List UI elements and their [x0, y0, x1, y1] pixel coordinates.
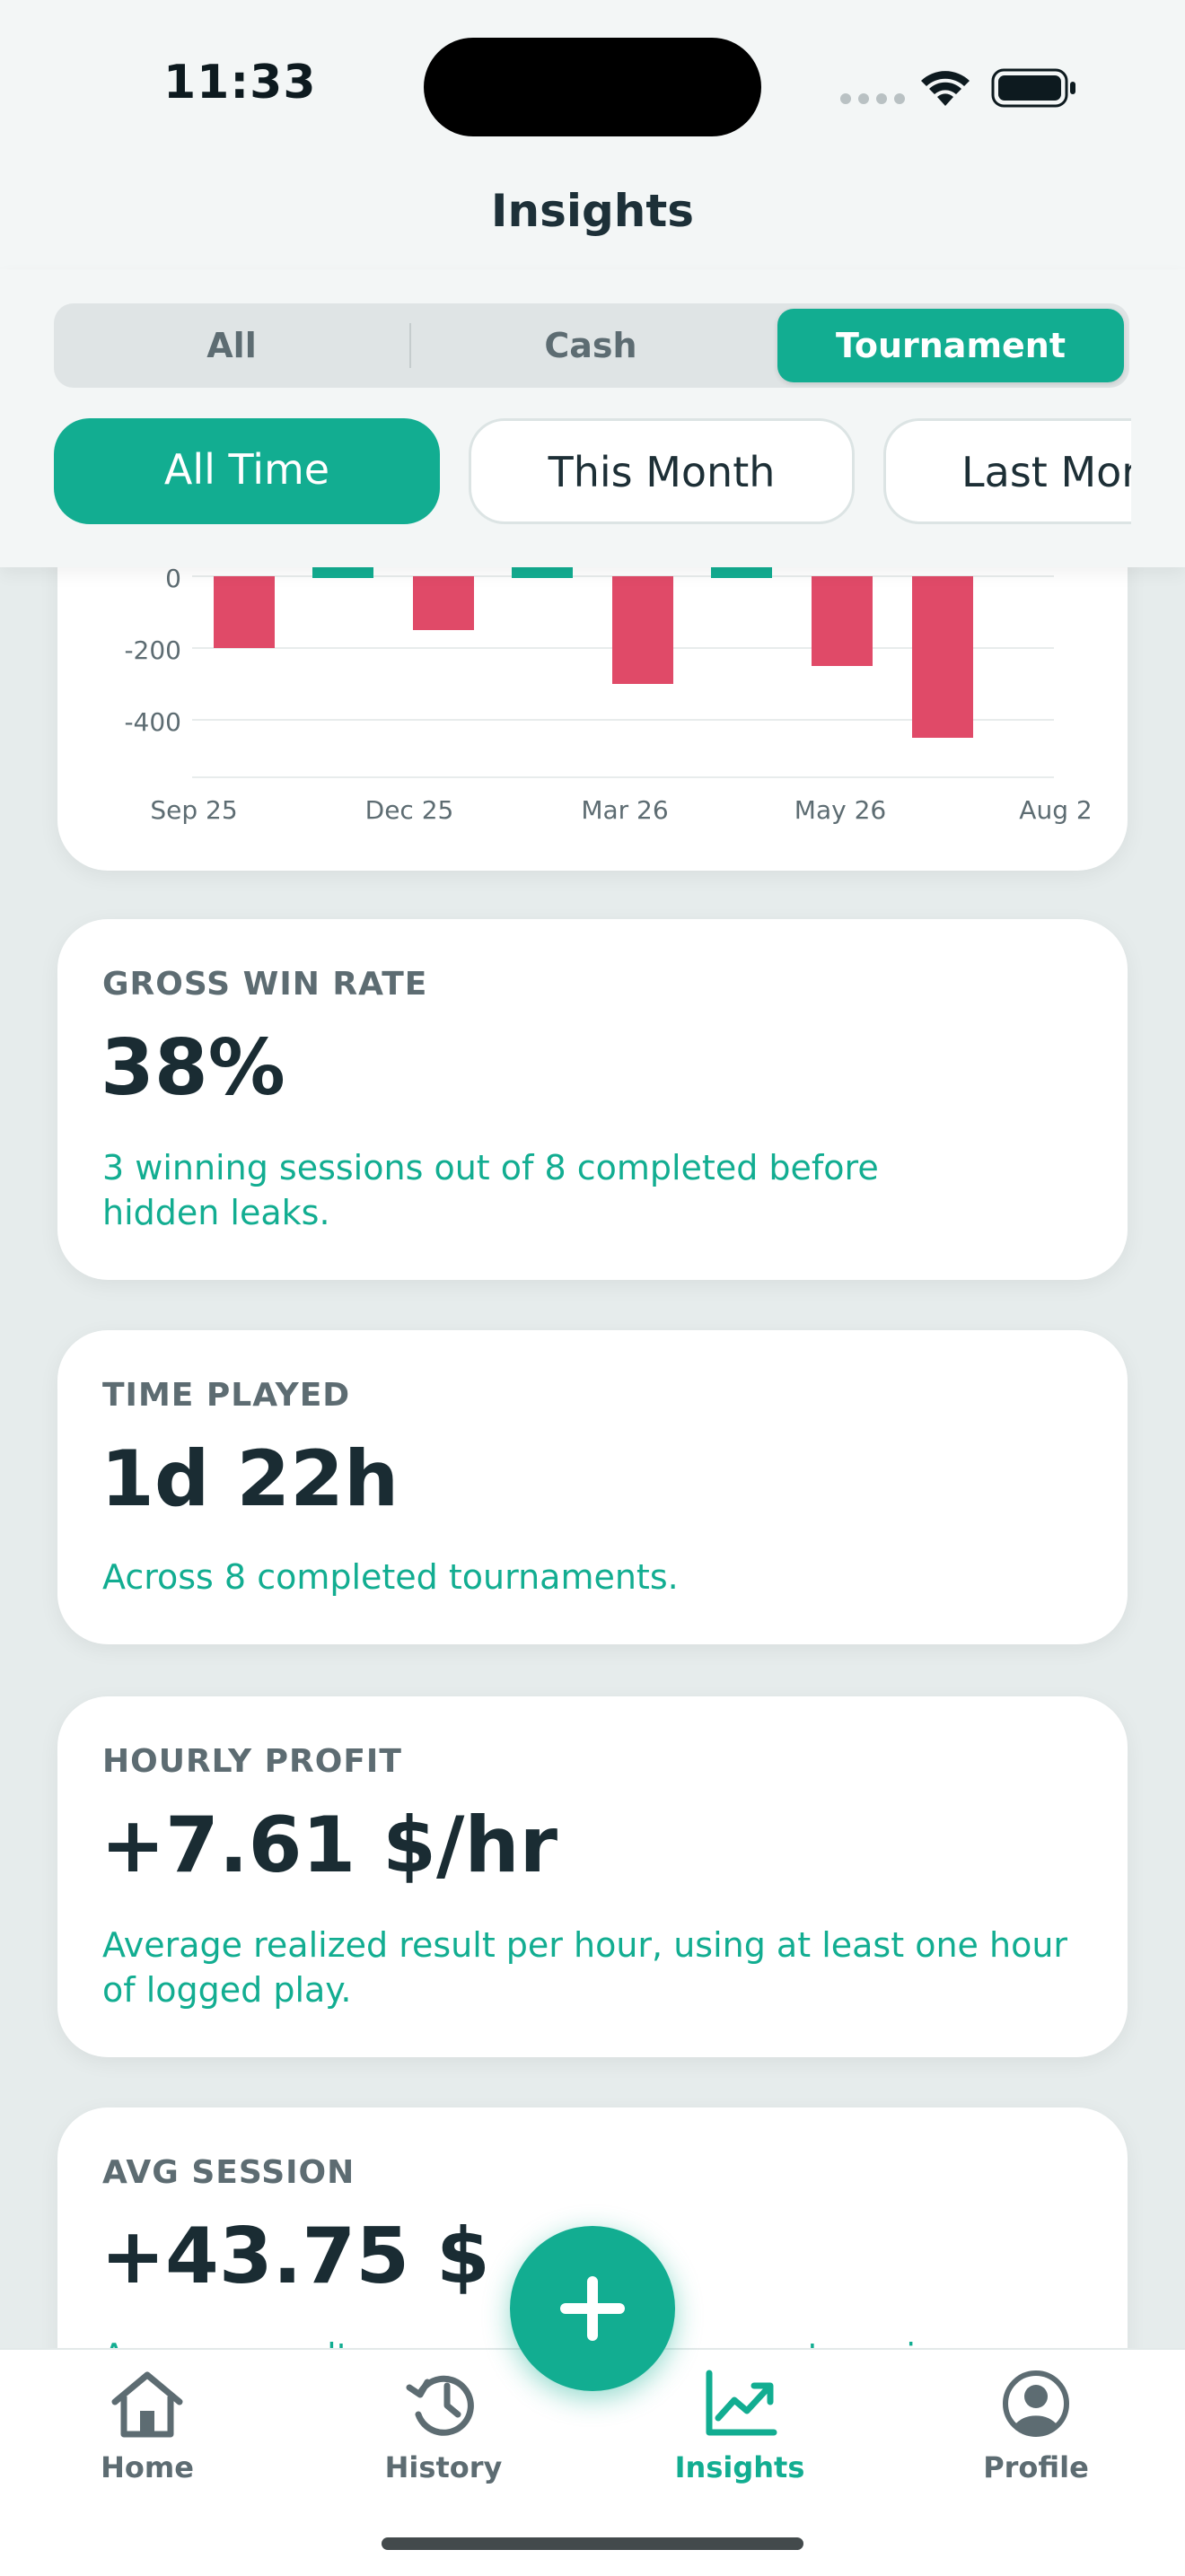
tab-insights[interactable]: Insights	[641, 2368, 838, 2484]
tab-home[interactable]: Home	[48, 2368, 246, 2484]
tab-profile[interactable]: Profile	[937, 2368, 1135, 2484]
nav-header: Insights	[0, 153, 1185, 271]
gross-win-rate-card[interactable]: GROSS WIN RATE 38% 3 winning sessions ou…	[57, 919, 1128, 1280]
stat-label: TIME PLAYED	[102, 1377, 351, 1414]
chart-bar	[214, 576, 275, 648]
period-chip-all-time[interactable]: All Time	[54, 418, 440, 524]
y-tick-label: -400	[124, 707, 181, 737]
home-icon	[111, 2371, 183, 2438]
home-indicator	[382, 2537, 803, 2550]
stat-value: +43.75 $	[101, 2212, 490, 2301]
plus-icon	[560, 2276, 625, 2341]
profile-icon	[1003, 2370, 1069, 2437]
stat-description: Across 8 completed tournaments.	[102, 1557, 679, 1597]
x-tick-label: Aug 2	[1019, 795, 1092, 825]
segment-tournament[interactable]: Tournament	[777, 309, 1124, 382]
x-tick-label: Mar 26	[581, 795, 668, 825]
stat-label: AVG SESSION	[102, 2154, 356, 2191]
add-session-button[interactable]	[510, 2226, 675, 2391]
stat-label: GROSS WIN RATE	[102, 966, 428, 1003]
y-tick-label: -200	[124, 635, 181, 665]
history-icon	[406, 2375, 474, 2436]
stat-value: 38%	[101, 1023, 285, 1113]
page-title: Insights	[490, 185, 695, 237]
tab-label: Insights	[674, 2450, 805, 2484]
stat-value: 1d 22h	[101, 1434, 399, 1524]
period-chip-last-month[interactable]: Last Mor	[883, 418, 1131, 524]
chart-bar	[612, 576, 673, 684]
stat-value: +7.61 $/hr	[101, 1801, 558, 1890]
x-tick-label: May 26	[794, 795, 886, 825]
cellular-signal-icon	[840, 93, 905, 104]
tab-label: Profile	[983, 2450, 1089, 2484]
status-time: 11:33	[163, 56, 317, 110]
stat-description: Average realized result per hour, using …	[102, 1925, 1068, 2010]
dynamic-island	[424, 38, 761, 136]
x-tick-label: Sep 25	[150, 795, 237, 825]
time-played-card[interactable]: TIME PLAYED 1d 22h Across 8 completed to…	[57, 1330, 1128, 1644]
stat-label: HOURLY PROFIT	[102, 1743, 402, 1780]
tab-history[interactable]: History	[345, 2368, 542, 2484]
wifi-icon	[921, 71, 970, 106]
chart-bar	[912, 576, 973, 738]
filter-panel: All Cash Tournament All Time This Month …	[0, 269, 1185, 567]
chart-bar	[413, 576, 474, 630]
tab-label: History	[384, 2450, 503, 2484]
segment-all[interactable]: All	[54, 303, 409, 388]
stat-description: 3 winning sessions out of 8 completed be…	[102, 1148, 879, 1232]
chart-bar	[812, 576, 873, 666]
battery-icon	[991, 68, 1075, 108]
y-tick-label: 0	[165, 564, 181, 593]
x-tick-label: Dec 25	[365, 795, 454, 825]
game-type-segmented-control: All Cash Tournament	[54, 303, 1129, 388]
hourly-profit-card[interactable]: HOURLY PROFIT +7.61 $/hr Average realize…	[57, 1696, 1128, 2057]
insights-icon	[706, 2370, 777, 2436]
period-chip-this-month[interactable]: This Month	[469, 418, 855, 524]
segment-cash[interactable]: Cash	[411, 303, 770, 388]
tab-label: Home	[101, 2450, 194, 2484]
status-bar: 11:33	[0, 0, 1185, 153]
